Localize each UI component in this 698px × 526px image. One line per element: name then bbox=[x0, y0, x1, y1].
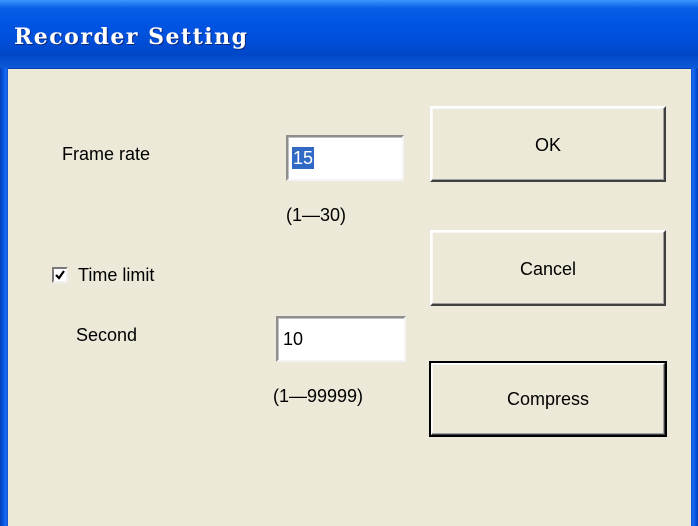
second-value: 10 bbox=[283, 329, 304, 349]
ok-button[interactable]: OK bbox=[430, 106, 666, 182]
cancel-button-label: Cancel bbox=[519, 259, 577, 279]
second-label: Second bbox=[76, 325, 138, 345]
recorder-setting-dialog: Recorder Setting Frame rate 15 (1—30) Ti… bbox=[0, 0, 698, 526]
checkmark-icon bbox=[55, 270, 65, 280]
ok-button-label: OK bbox=[534, 135, 561, 155]
frame-rate-range-hint: (1—30) bbox=[286, 205, 347, 225]
title-bar[interactable]: Recorder Setting bbox=[0, 0, 698, 69]
cancel-button[interactable]: Cancel bbox=[430, 230, 666, 306]
window-title: Recorder Setting bbox=[14, 24, 249, 50]
second-input[interactable]: 10 bbox=[276, 316, 406, 362]
time-limit-checkbox[interactable] bbox=[52, 267, 68, 283]
window-frame-right bbox=[691, 68, 698, 526]
compress-button-label: Compress bbox=[506, 389, 590, 409]
frame-rate-input[interactable]: 15 bbox=[286, 135, 404, 181]
window-frame-left bbox=[0, 68, 8, 526]
second-range-hint: (1—99999) bbox=[273, 386, 364, 406]
frame-rate-label: Frame rate bbox=[62, 144, 151, 164]
frame-rate-value: 15 bbox=[292, 147, 315, 169]
time-limit-label[interactable]: Time limit bbox=[78, 265, 154, 286]
compress-button[interactable]: Compress bbox=[429, 361, 667, 437]
